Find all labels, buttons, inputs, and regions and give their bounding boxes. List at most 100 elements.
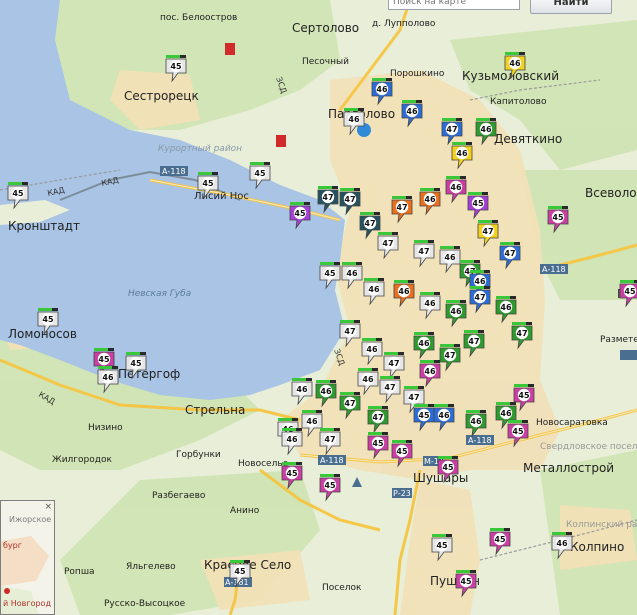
marker-number: 46: [438, 411, 450, 420]
place-label: Яльгелево: [126, 562, 176, 572]
marker-number: 47: [364, 219, 375, 228]
place-label: Колпино: [570, 540, 624, 554]
marker-number: 47: [344, 399, 355, 408]
marker-number: 47: [516, 329, 527, 338]
map-canvas[interactable]: пос. Белоостров Сертолово д. Лупполово П…: [0, 0, 637, 615]
poi-icon: [225, 43, 235, 55]
place-label: Русско-Высоцкое: [104, 599, 186, 609]
place-label: Ломоносов: [8, 327, 77, 341]
marker-number: 45: [442, 463, 454, 472]
marker-number: 47: [388, 359, 399, 368]
place-label: пос. Белоостров: [160, 13, 237, 23]
marker-number: 45: [324, 269, 336, 278]
minimap-label: й Новгород: [3, 599, 51, 608]
marker-number: 46: [348, 115, 360, 124]
marker-number: 46: [556, 539, 568, 548]
marker-number: 46: [362, 375, 374, 384]
marker-number: 45: [254, 169, 266, 178]
search-input[interactable]: [388, 0, 520, 10]
marker-number: 45: [98, 355, 110, 364]
marker-number: 46: [406, 107, 418, 116]
road-label: Р-23: [393, 489, 411, 498]
marker-number: 46: [424, 299, 436, 308]
place-label: Стрельна: [185, 403, 245, 417]
marker-number: 46: [366, 345, 378, 354]
place-label: Металлострой: [523, 461, 614, 475]
place-label: Поселок: [322, 583, 362, 593]
marker-number: 45: [418, 411, 430, 420]
place-label: Кронштадт: [8, 219, 80, 233]
marker-number: 47: [324, 435, 335, 444]
minimap-close-icon[interactable]: ×: [44, 502, 52, 512]
marker-number: 45: [42, 315, 54, 324]
overview-minimap[interactable]: × Ижорское оз. бург й Новгород: [0, 500, 55, 615]
place-label: Девяткино: [494, 132, 562, 146]
marker-number: 47: [418, 247, 429, 256]
marker-number: 45: [130, 359, 142, 368]
place-label: Горбунки: [176, 450, 221, 460]
marker-number: 45: [170, 62, 182, 71]
marker-number: 47: [504, 249, 515, 258]
marker-number: 46: [346, 269, 358, 278]
marker-number: 45: [234, 567, 246, 576]
marker-number: 46: [444, 253, 456, 262]
marker-number: 47: [482, 227, 493, 236]
place-label: Колпинский район: [566, 520, 637, 530]
marker-number: 45: [494, 535, 506, 544]
marker-number: 46: [500, 303, 512, 312]
marker-number: 46: [306, 417, 318, 426]
place-label: Новосаратовка: [536, 418, 608, 428]
marker-number: 46: [398, 287, 410, 296]
marker-number: 45: [472, 199, 484, 208]
marker-number: 45: [294, 209, 306, 218]
marker-number: 46: [424, 195, 436, 204]
marker-number: 46: [480, 125, 492, 134]
place-label: Порошкино: [390, 69, 445, 79]
marker-number: 45: [460, 577, 472, 586]
place-label: Кузьмоловский: [462, 69, 559, 83]
road-label: А-118: [468, 436, 492, 445]
marker-number: 46: [102, 373, 114, 382]
place-label: Разметелево: [600, 335, 637, 345]
marker-number: 46: [450, 183, 462, 192]
road-label: А-118: [162, 167, 186, 176]
marker-number: 46: [509, 59, 521, 68]
marker-number: 45: [552, 213, 564, 222]
place-label: Низино: [88, 423, 123, 433]
marker-number: 45: [202, 179, 214, 188]
marker-number: 46: [320, 387, 332, 396]
place-label: Всеволож: [585, 186, 637, 200]
place-label: Сертолово: [292, 21, 359, 35]
place-label: Сестрорецк: [124, 89, 199, 103]
marker-number: 47: [322, 193, 333, 202]
marker-number: 46: [450, 307, 462, 316]
marker-number: 46: [286, 435, 298, 444]
marker-number: 46: [376, 85, 388, 94]
search-button[interactable]: Найти: [530, 0, 612, 14]
place-label: Разбегаево: [152, 491, 206, 501]
marker-number: 45: [372, 439, 384, 448]
place-label: Новоселье: [238, 459, 289, 469]
marker-number: 47: [474, 293, 485, 302]
district-label: Курортный район: [158, 144, 242, 154]
minimap-label: бург: [3, 541, 22, 550]
marker-number: 45: [518, 391, 530, 400]
marker-number: 45: [396, 447, 408, 456]
place-label: Ропша: [64, 567, 95, 577]
marker-number: 45: [12, 189, 24, 198]
place-label: Лисий Нос: [194, 191, 249, 202]
marker-number: 47: [382, 239, 393, 248]
marker-number: 46: [296, 385, 308, 394]
marker-number: 47: [384, 383, 395, 392]
marker-number: 45: [624, 287, 636, 296]
poi-icon: [276, 135, 286, 147]
marker-number: 47: [396, 203, 407, 212]
road-label: А-118: [320, 456, 344, 465]
water-label: Невская Губа: [128, 289, 191, 299]
marker-number: 45: [324, 481, 336, 490]
place-label: Песочный: [302, 57, 349, 67]
marker-number: 47: [408, 393, 419, 402]
marker-number: 46: [500, 409, 512, 418]
place-label: Свердловское поселение: [540, 442, 637, 452]
marker-number: 46: [418, 339, 430, 348]
